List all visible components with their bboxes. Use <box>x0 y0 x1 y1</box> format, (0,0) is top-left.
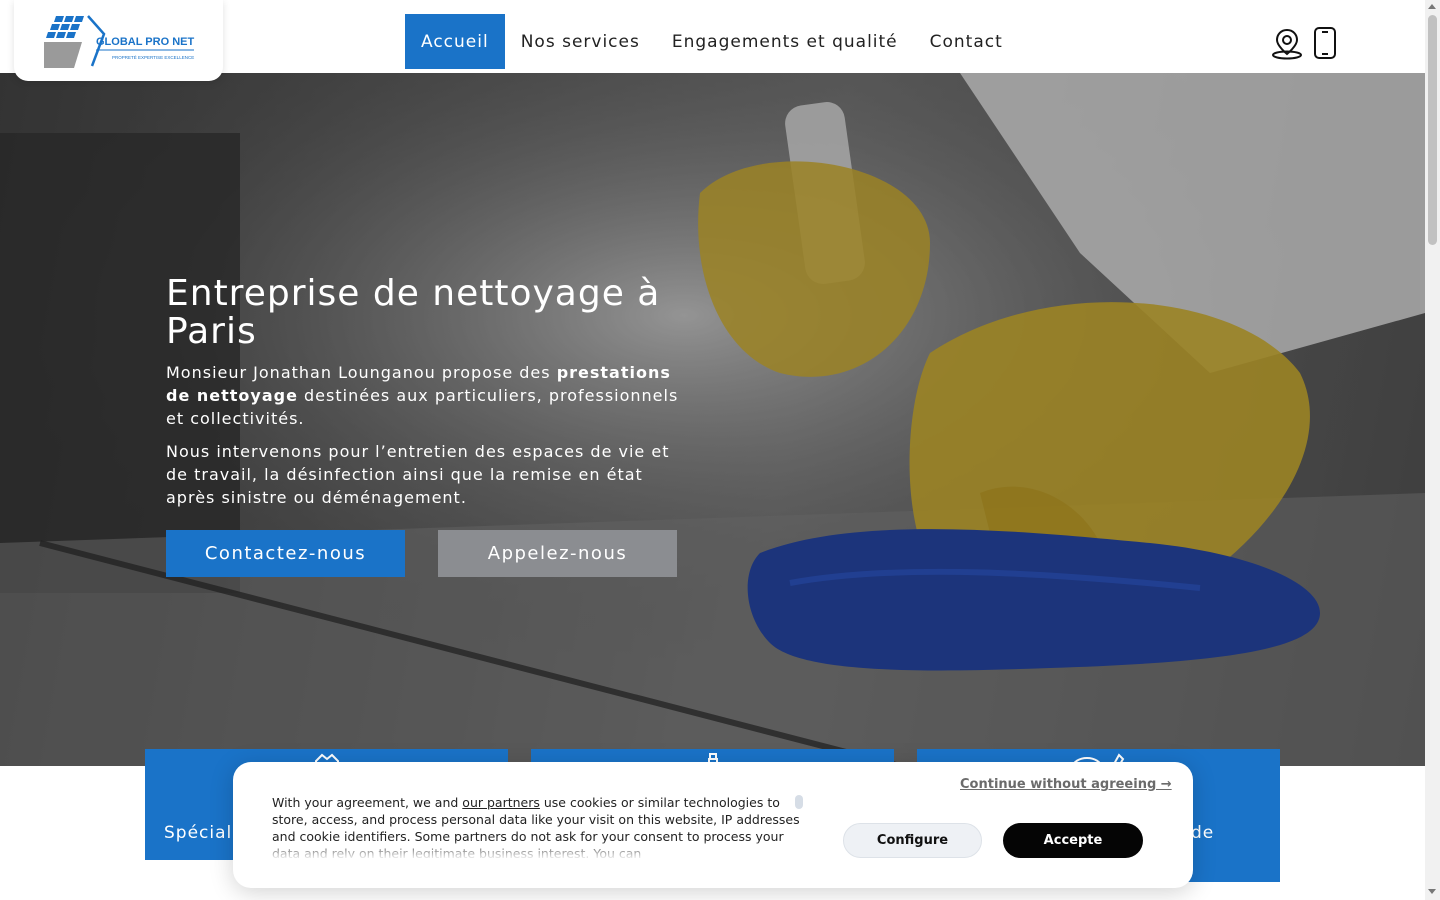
hero-intro: Monsieur Jonathan Lounganou propose des … <box>166 361 686 430</box>
main-nav: Accueil Nos services Engagements et qual… <box>405 14 1019 69</box>
logo-mark-icon: GLOBAL PRO NET PROPRETÉ EXPERTISE EXCELL… <box>44 15 194 68</box>
hero-description: Nous intervenons pour l’entretien des es… <box>166 442 670 507</box>
logo[interactable]: GLOBAL PRO NET PROPRETÉ EXPERTISE EXCELL… <box>14 0 223 81</box>
cookie-text-fade <box>272 840 802 860</box>
contact-button[interactable]: Contactez-nous <box>166 530 405 577</box>
configure-button[interactable]: Configure <box>843 823 982 858</box>
location-pin-icon[interactable] <box>1270 26 1304 64</box>
smartphone-icon[interactable] <box>1312 26 1338 64</box>
accept-button[interactable]: Accepte <box>1003 823 1143 858</box>
scroll-down-arrow-icon[interactable] <box>1428 889 1436 894</box>
page-scrollbar[interactable] <box>1425 0 1440 900</box>
feature-card-text: de <box>1191 823 1215 843</box>
continue-without-agreeing-link[interactable]: Continue without agreeing → <box>960 777 1172 792</box>
scrollbar-thumb[interactable] <box>1428 15 1437 245</box>
feature-card-text: Spécial <box>164 823 233 843</box>
nav-item-accueil[interactable]: Accueil <box>405 14 505 69</box>
nav-item-nos-services[interactable]: Nos services <box>505 14 656 69</box>
scroll-up-arrow-icon[interactable] <box>1428 4 1436 9</box>
hero-content: Entreprise de nettoyage à Paris Monsieur… <box>166 275 686 509</box>
call-button[interactable]: Appelez-nous <box>438 530 677 577</box>
cookie-text-scrollbar[interactable] <box>795 795 803 809</box>
hero-intro-text: Monsieur Jonathan Lounganou propose des <box>166 363 557 382</box>
cookie-banner: Continue without agreeing → With your ag… <box>233 762 1193 888</box>
svg-text:PROPRETÉ EXPERTISE EXCELLENCE: PROPRETÉ EXPERTISE EXCELLENCE <box>112 54 194 60</box>
nav-item-contact[interactable]: Contact <box>914 14 1019 69</box>
header-icons <box>1270 26 1338 64</box>
svg-text:GLOBAL PRO NET: GLOBAL PRO NET <box>96 36 194 48</box>
cookie-text-start: With your agreement, we and <box>272 795 463 810</box>
hero-title: Entreprise de nettoyage à Paris <box>166 273 661 352</box>
partners-link[interactable]: our partners <box>462 795 540 810</box>
hero-section: Entreprise de nettoyage à Paris Monsieur… <box>0 73 1425 766</box>
nav-item-engagements[interactable]: Engagements et qualité <box>656 14 914 69</box>
